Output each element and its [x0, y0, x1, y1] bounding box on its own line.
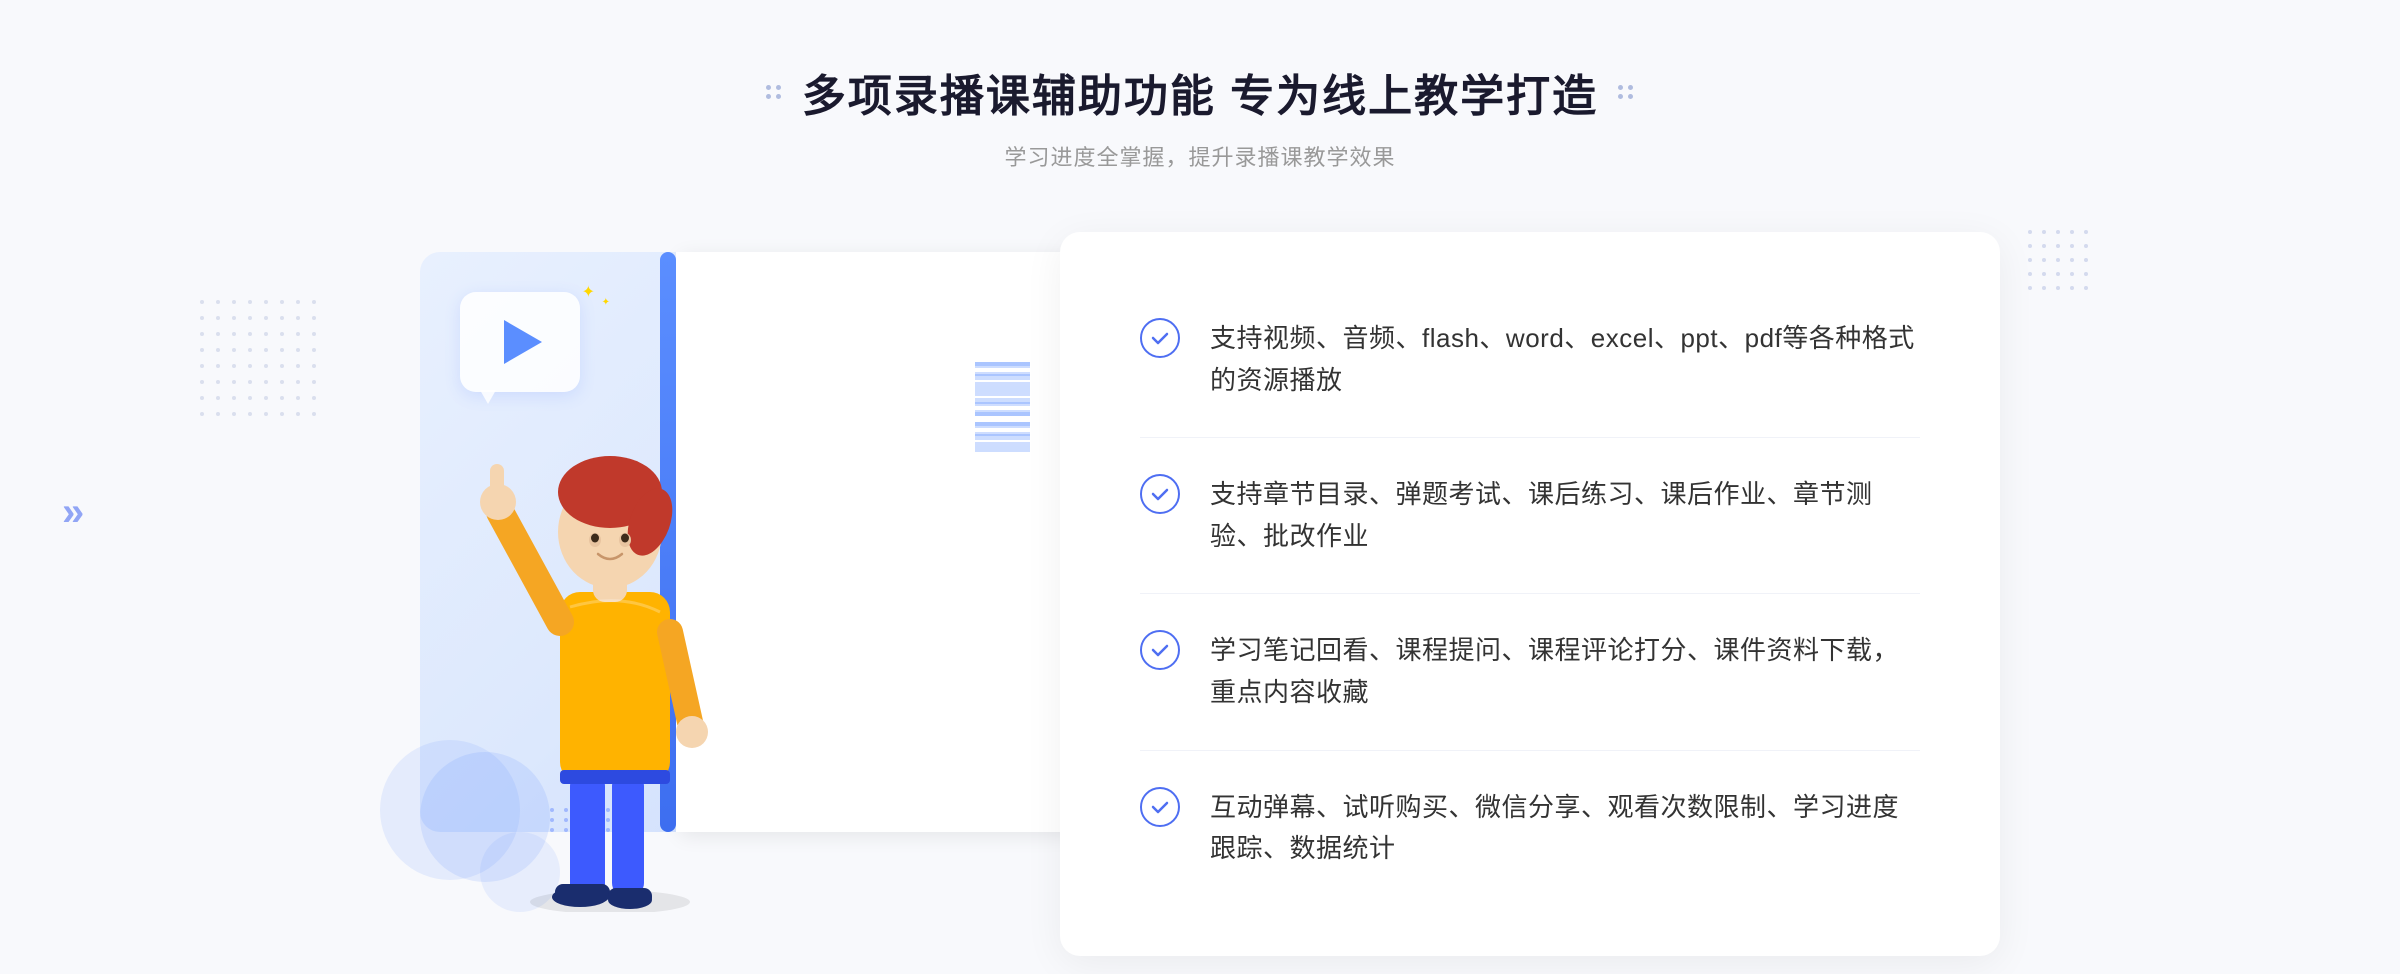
check-icon-3: [1140, 630, 1180, 670]
features-panel: 支持视频、音频、flash、word、excel、ppt、pdf等各种格式的资源…: [1060, 232, 2000, 956]
feature-item-4: 互动弹幕、试听购买、微信分享、观看次数限制、学习进度跟踪、数据统计: [1140, 751, 1920, 906]
page-title: 多项录播课辅助功能 专为线上教学打造: [802, 60, 1598, 124]
page-subtitle: 学习进度全掌握，提升录播课教学效果: [766, 140, 1634, 172]
person-figure: [480, 392, 740, 912]
star-icon-2: ✦: [602, 297, 610, 308]
feature-item-1: 支持视频、音频、flash、word、excel、ppt、pdf等各种格式的资源…: [1140, 282, 1920, 438]
play-icon: [504, 320, 542, 364]
feature-text-3: 学习笔记回看、课程提问、课程评论打分、课件资料下载，重点内容收藏: [1210, 630, 1920, 713]
header-section: 多项录播课辅助功能 专为线上教学打造 学习进度全掌握，提升录播课教学效果: [766, 60, 1634, 172]
content-section: ✦ ✦: [400, 232, 2000, 956]
feature-item-2: 支持章节目录、弹题考试、课后练习、课后作业、章节测验、批改作业: [1140, 438, 1920, 594]
check-icon-4: [1140, 787, 1180, 827]
check-icon-2: [1140, 474, 1180, 514]
speech-bubble: [460, 292, 580, 392]
check-icon-1: [1140, 318, 1180, 358]
title-left-decorator: [766, 85, 782, 99]
feature-text-4: 互动弹幕、试听购买、微信分享、观看次数限制、学习进度跟踪、数据统计: [1210, 787, 1920, 870]
stripe-decoration: [975, 362, 1030, 452]
star-icon-1: ✦: [582, 282, 595, 302]
page-container: » 多项录播课辅助功能 专为线上教学打造: [0, 0, 2400, 974]
feature-item-3: 学习笔记回看、课程提问、课程评论打分、课件资料下载，重点内容收藏: [1140, 594, 1920, 750]
title-right-decorator: [1618, 85, 1634, 99]
play-area: ✦ ✦: [460, 292, 580, 392]
title-row: 多项录播课辅助功能 专为线上教学打造: [766, 60, 1634, 124]
dots-decoration-right: [2028, 230, 2090, 292]
feature-text-1: 支持视频、音频、flash、word、excel、ppt、pdf等各种格式的资源…: [1210, 318, 1920, 401]
chevron-left-icon: »: [62, 490, 84, 535]
feature-text-2: 支持章节目录、弹题考试、课后练习、课后作业、章节测验、批改作业: [1210, 474, 1920, 557]
illustration-wrapper: ✦ ✦: [400, 232, 1080, 912]
dots-decoration-left: [200, 300, 320, 420]
